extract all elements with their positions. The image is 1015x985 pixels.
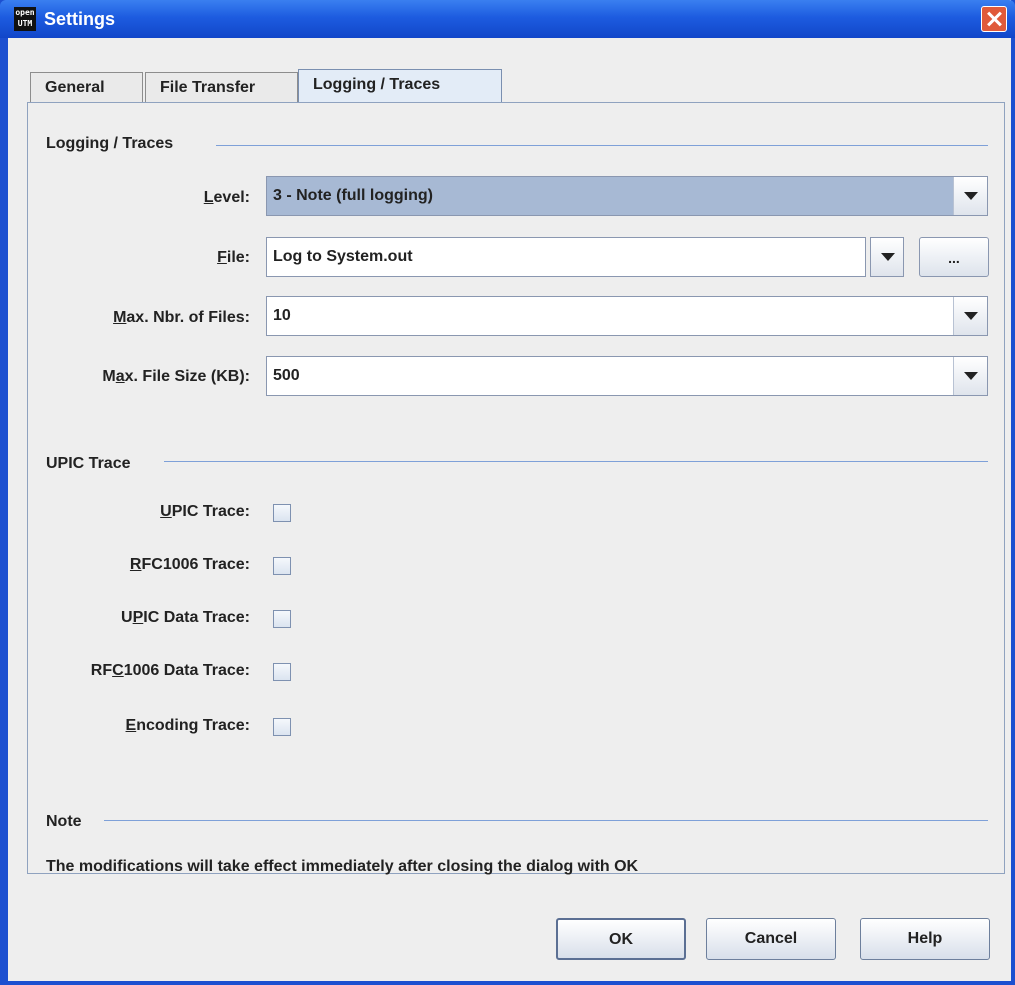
chevron-down-icon[interactable]	[953, 357, 987, 395]
max-size-combo[interactable]: 500	[266, 356, 988, 396]
upic-data-trace-label: UPIC Data Trace:	[121, 609, 250, 626]
openutm-app-icon: open UTM	[14, 7, 36, 31]
level-combo[interactable]: 3 - Note (full logging)	[266, 176, 988, 216]
ok-button[interactable]: OK	[556, 918, 686, 960]
max-files-combo[interactable]: 10	[266, 296, 988, 336]
upic-section-divider	[164, 461, 988, 462]
max-files-label: Max. Nbr. of Files:	[113, 309, 250, 326]
encoding-trace-label: Encoding Trace:	[125, 717, 250, 734]
upic-trace-label: UPIC Trace:	[160, 503, 250, 520]
settings-dialog: open UTM Settings General File Transfer …	[0, 0, 1015, 985]
help-button[interactable]: Help	[860, 918, 990, 960]
file-combo[interactable]: Log to System.out	[266, 237, 866, 277]
note-section-divider	[104, 820, 988, 821]
encoding-trace-checkbox[interactable]	[273, 718, 291, 736]
logging-section-divider	[216, 145, 988, 146]
upic-trace-checkbox[interactable]	[273, 504, 291, 522]
max-size-label: Max. File Size (KB):	[102, 368, 250, 385]
level-value: 3 - Note (full logging)	[273, 187, 433, 204]
file-value: Log to System.out	[273, 248, 413, 265]
tab-file-transfer[interactable]: File Transfer	[145, 72, 298, 102]
tab-logging-traces-label: Logging / Traces	[313, 76, 441, 93]
tab-general[interactable]: General	[30, 72, 143, 102]
window-title: Settings	[44, 9, 116, 29]
tab-logging-traces[interactable]: Logging / Traces	[298, 69, 502, 103]
max-files-value: 10	[273, 307, 291, 324]
upic-data-trace-checkbox[interactable]	[273, 610, 291, 628]
tab-panel-logging: Logging / Traces Level: 3 - Note (full l…	[27, 102, 1005, 875]
max-size-value: 500	[273, 367, 300, 384]
note-text: The modifications will take effect immed…	[46, 858, 639, 875]
chevron-down-icon[interactable]	[953, 297, 987, 335]
rfc1006-data-trace-checkbox[interactable]	[273, 663, 291, 681]
browse-file-button[interactable]: ...	[919, 237, 989, 277]
logging-section-title: Logging / Traces	[46, 135, 174, 152]
level-label: Level:	[203, 189, 250, 206]
upic-section-title: UPIC Trace	[46, 455, 131, 472]
close-icon[interactable]	[981, 6, 1007, 32]
tab-general-label: General	[45, 79, 105, 96]
rfc1006-trace-label: RFC1006 Trace:	[129, 556, 250, 573]
note-section-title: Note	[46, 813, 82, 830]
rfc1006-trace-checkbox[interactable]	[273, 557, 291, 575]
file-label: File:	[217, 249, 250, 266]
title-bar[interactable]: open UTM Settings	[0, 0, 1015, 38]
tab-file-transfer-label: File Transfer	[160, 79, 256, 96]
chevron-down-icon[interactable]	[953, 177, 987, 215]
file-dropdown-chevron-icon[interactable]	[870, 237, 904, 277]
rfc1006-data-trace-label: RFC1006 Data Trace:	[90, 662, 250, 679]
cancel-button[interactable]: Cancel	[706, 918, 836, 960]
